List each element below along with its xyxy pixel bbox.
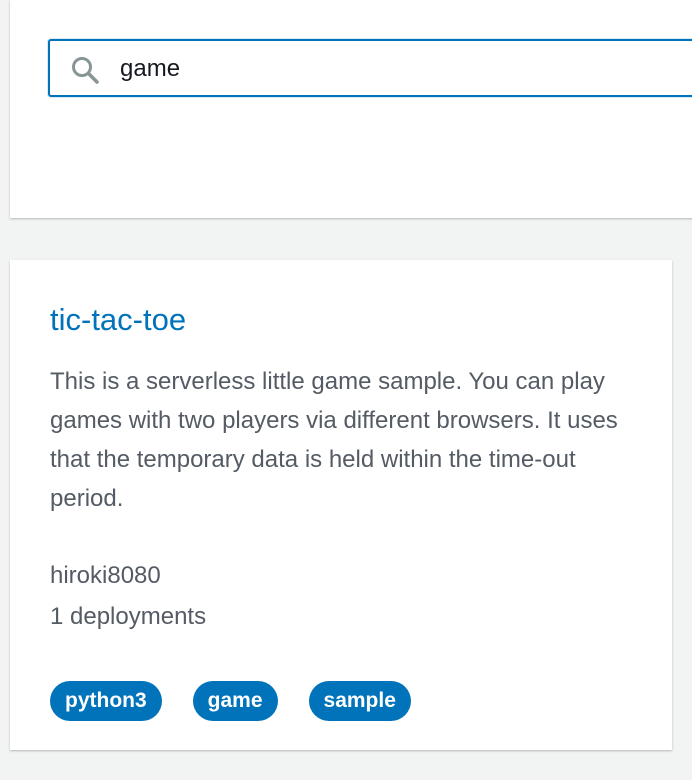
deployment-count: 1 deployments (50, 603, 207, 630)
tag-python3[interactable]: python3 (50, 681, 162, 721)
search-input[interactable] (120, 49, 680, 89)
tag-list: python3 game sample (50, 681, 411, 721)
app-author: hiroki8080 (50, 562, 161, 589)
app-description: This is a serverless little game sample.… (50, 368, 618, 512)
tag-game[interactable]: game (192, 681, 278, 721)
result-card: tic-tac-toe This is a serverless little … (10, 260, 672, 750)
app-title-link[interactable]: tic-tac-toe (50, 302, 186, 338)
search-icon (70, 55, 100, 85)
tag-sample[interactable]: sample (308, 681, 411, 721)
search-panel (10, 0, 692, 218)
search-box[interactable] (48, 39, 692, 97)
